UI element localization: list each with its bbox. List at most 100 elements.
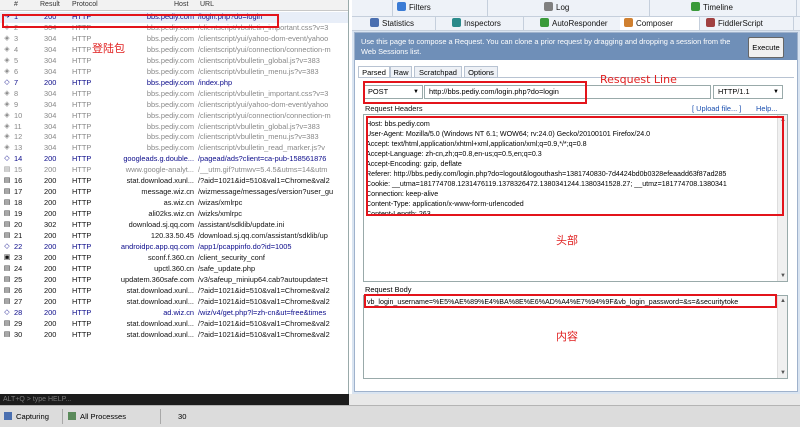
cell-host: sconf.f.360.cn bbox=[147, 252, 194, 262]
table-row[interactable]: ◈ 11 304 HTTP bbs.pediy.com/clientscript/vbu… bbox=[0, 122, 348, 133]
table-row[interactable]: ▤ 16 200 HTTP stat.download.xunl... /?aid=102… bbox=[0, 176, 348, 187]
cached-icon: ◈ bbox=[4, 133, 10, 141]
table-row[interactable]: ▤ 26 200 HTTP stat.download.xunl... /?aid=102… bbox=[0, 286, 348, 297]
cell-result: 200 bbox=[44, 209, 57, 219]
cell-id: 15 bbox=[14, 165, 23, 175]
execute-button[interactable]: Execute bbox=[748, 37, 784, 58]
table-row[interactable]: ◈ 6 304 HTTP bbs.pediy.com/clientscript/vbul… bbox=[0, 66, 348, 78]
table-row[interactable]: ◇ 7 200 HTTP bbs.pediy.com/index.php bbox=[0, 78, 348, 89]
cell-protocol: HTTP bbox=[72, 176, 92, 186]
cell-protocol: HTTP bbox=[72, 263, 92, 273]
table-row[interactable]: ▤ 15 200 HTTP www.google-analyt... /__utm.gif… bbox=[0, 165, 348, 176]
column-header-url[interactable]: URL bbox=[200, 1, 214, 8]
tab-filters[interactable]: Filters bbox=[392, 0, 488, 16]
cached-icon: ◈ bbox=[4, 89, 10, 97]
page-icon: ◇ bbox=[4, 242, 10, 250]
page-icon: ◇ bbox=[4, 155, 10, 163]
cell-url: /download.sj.qq.com/assistant/sdklib/up bbox=[198, 231, 328, 240]
table-row[interactable]: ▤ 18 200 HTTP as.wiz.cn/wizas/xmlrpc bbox=[0, 198, 348, 209]
cell-result: 200 bbox=[44, 296, 57, 306]
tab-log[interactable]: Log bbox=[540, 0, 650, 16]
table-row[interactable]: ◈ 5 304 HTTP bbs.pediy.com/clientscript/vbul… bbox=[0, 55, 348, 67]
tab-timeline[interactable]: Timeline bbox=[687, 0, 797, 16]
cell-host: as.wiz.cn bbox=[163, 198, 194, 208]
cell-protocol: HTTP bbox=[72, 252, 92, 262]
status-separator bbox=[62, 409, 63, 424]
table-row[interactable]: ◈ 4 304 HTTP bbs.pediy.com/clientscript/yui/… bbox=[0, 45, 348, 56]
table-row[interactable]: ▤ 20 302 HTTP download.sj.qq.com/assistant/s… bbox=[0, 220, 348, 231]
table-row[interactable]: ▤ 21 200 HTTP 120.33.50.45/download.sj.qq.co… bbox=[0, 231, 348, 242]
cell-id: 30 bbox=[14, 329, 23, 339]
cached-icon: ◈ bbox=[4, 111, 10, 119]
cell-protocol: HTTP bbox=[72, 209, 92, 219]
table-row[interactable]: ▤ 27 200 HTTP stat.download.xunl... /?aid=102… bbox=[0, 296, 348, 308]
cell-host: upctl.360.cn bbox=[154, 263, 194, 273]
cell-protocol: HTTP bbox=[72, 307, 92, 317]
column-header-protocol[interactable]: Protocol bbox=[72, 1, 98, 8]
table-row[interactable]: ◇ 22 200 HTTP androidpc.app.qq.com/app1/pcap… bbox=[0, 241, 348, 253]
cell-result: 304 bbox=[44, 66, 57, 76]
column-header-host[interactable]: Host bbox=[174, 1, 188, 8]
cell-protocol: HTTP bbox=[72, 154, 92, 164]
cell-id: 8 bbox=[14, 88, 19, 98]
cell-protocol: HTTP bbox=[72, 329, 92, 339]
table-row[interactable]: ◈ 9 304 HTTP bbs.pediy.com/clientscript/yui/… bbox=[0, 99, 348, 111]
session-list[interactable]: # Result Protocol Host URL ➜ 1 200 HTTP bbs.… bbox=[0, 0, 349, 394]
table-row[interactable]: ◈ 8 304 HTTP bbs.pediy.com/clientscript/vbul… bbox=[0, 88, 348, 100]
cell-result: 200 bbox=[44, 198, 57, 208]
cell-id: 16 bbox=[14, 176, 23, 186]
cell-host: 120.33.50.45 bbox=[150, 231, 194, 240]
cached-icon: ◈ bbox=[4, 122, 10, 130]
cell-result: 200 bbox=[44, 231, 57, 240]
cell-host: bbs.pediy.com bbox=[146, 143, 194, 153]
tab-inspectors[interactable]: Inspectors bbox=[448, 17, 524, 30]
cell-id: 23 bbox=[14, 252, 23, 262]
cell-id: 6 bbox=[14, 66, 19, 76]
document-icon: ▤ bbox=[3, 286, 11, 294]
cell-protocol: HTTP bbox=[72, 143, 92, 153]
scroll-down-icon[interactable]: ▼ bbox=[780, 370, 786, 376]
scroll-up-icon[interactable]: ▲ bbox=[780, 298, 786, 304]
table-row[interactable]: ▤ 17 200 HTTP message.wiz.cn/wizmessage/mess… bbox=[0, 187, 348, 198]
tab-statistics[interactable]: Statistics bbox=[366, 17, 436, 30]
upload-file-link[interactable]: [ Upload file... ] bbox=[692, 104, 741, 113]
request-headers-label: Request Headers bbox=[365, 104, 423, 113]
table-row[interactable]: ◈ 13 304 HTTP bbs.pediy.com/clientscript/vbu… bbox=[0, 143, 348, 154]
table-row[interactable]: ▤ 25 200 HTTP updatem.360safe.com/v3/safeup_… bbox=[0, 275, 348, 286]
body-scrollbar[interactable]: ▲ ▼ bbox=[777, 296, 787, 378]
quickexec-input[interactable]: ALT+Q > type HELP... bbox=[0, 394, 349, 405]
document-icon: ▤ bbox=[3, 297, 11, 305]
tab-composer[interactable]: Composer bbox=[620, 17, 700, 30]
cell-id: 28 bbox=[14, 307, 23, 317]
cell-url: /clientscript/vbulletin_read_marker.js?v bbox=[198, 143, 325, 153]
cell-result: 200 bbox=[44, 154, 57, 164]
cell-id: 22 bbox=[14, 241, 23, 251]
tab-autoresponder[interactable]: AutoResponder bbox=[536, 17, 628, 30]
http-version-select[interactable]: HTTP/1.1 ▼ bbox=[713, 85, 783, 99]
cached-icon: ◈ bbox=[4, 144, 10, 152]
cell-id: 24 bbox=[14, 263, 23, 273]
table-row[interactable]: ▤ 29 200 HTTP stat.download.xunl... /?aid=102… bbox=[0, 319, 348, 330]
login-row-highlight bbox=[2, 14, 279, 28]
cell-host: googleads.g.double... bbox=[123, 154, 194, 164]
table-row[interactable]: ▤ 30 200 HTTP stat.download.xunl... /?aid=102… bbox=[0, 329, 348, 341]
column-header-id[interactable]: # bbox=[14, 1, 18, 8]
table-row[interactable]: ◈ 12 304 HTTP bbs.pediy.com/clientscript/vbu… bbox=[0, 132, 348, 143]
cell-host: bbs.pediy.com bbox=[146, 66, 194, 76]
table-row[interactable]: ◈ 10 304 HTTP bbs.pediy.com/clientscript/yui… bbox=[0, 111, 348, 122]
scroll-down-icon[interactable]: ▼ bbox=[780, 273, 786, 279]
table-row[interactable]: ▣ 23 200 HTTP sconf.f.360.cn/client_security… bbox=[0, 252, 348, 264]
table-row[interactable]: ◇ 28 200 HTTP ad.wiz.cn/wiz/v4/get.php?l=zh-… bbox=[0, 307, 348, 319]
table-row[interactable]: ◈ 3 304 HTTP bbs.pediy.com/clientscript/yui/… bbox=[0, 34, 348, 45]
table-row[interactable]: ▤ 24 200 HTTP upctl.360.cn/safe_update.php bbox=[0, 263, 348, 275]
tab-fiddlerscript[interactable]: FiddlerScript bbox=[702, 17, 794, 30]
cell-result: 304 bbox=[44, 99, 57, 109]
cell-host: bbs.pediy.com bbox=[146, 55, 194, 65]
table-row[interactable]: ◇ 14 200 HTTP googleads.g.double... /pagead/a… bbox=[0, 154, 348, 165]
help-link[interactable]: Help... bbox=[756, 104, 777, 113]
column-header-result[interactable]: Result bbox=[40, 1, 60, 8]
capturing-indicator[interactable]: Capturing bbox=[4, 406, 49, 427]
table-row[interactable]: ▤ 19 200 HTTP ali02ks.wiz.cn/wizks/xmlrpc bbox=[0, 209, 348, 220]
request-line-highlight bbox=[363, 81, 587, 104]
process-filter[interactable]: All Processes bbox=[68, 406, 126, 427]
